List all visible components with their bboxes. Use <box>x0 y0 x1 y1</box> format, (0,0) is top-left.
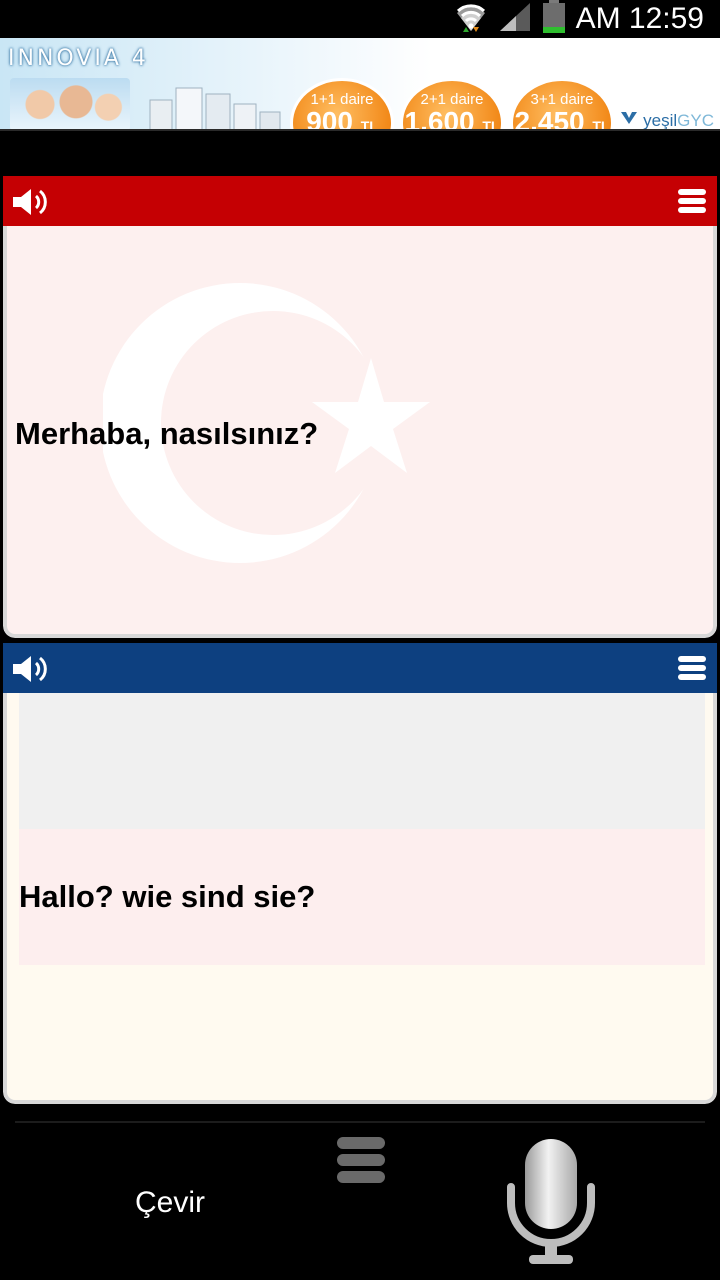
target-text: Hallo? wie sind sie? <box>19 879 316 914</box>
translate-button[interactable]: Çevir <box>105 1175 235 1231</box>
microphone-icon[interactable] <box>505 1137 597 1267</box>
ad-offer-3: 3+1 daire 2.450 TL taksitle <box>510 78 614 129</box>
source-text: Merhaba, nasılsınız? <box>15 416 319 451</box>
menu-icon[interactable] <box>677 653 707 683</box>
target-panel: Hallo? wie sind sie? <box>3 643 717 1104</box>
status-time: AM 12:59 <box>575 2 704 35</box>
status-bar: AM 12:59 <box>0 0 720 38</box>
speaker-icon[interactable] <box>11 186 51 218</box>
speaker-icon[interactable] <box>11 653 51 685</box>
signal-icon <box>498 1 532 38</box>
menu-icon[interactable] <box>677 186 707 216</box>
ad-family-photo <box>10 78 130 129</box>
bottom-bar: Çevir <box>15 1121 705 1280</box>
ad-banner[interactable]: INNOVIA 4 1+1 daire 900 TL taksitle 2+1 … <box>0 38 720 131</box>
ad-towers-image <box>149 87 281 129</box>
source-panel: Merhaba, nasılsınız? <box>3 176 717 638</box>
flag-stripe-bottom <box>19 965 705 1100</box>
target-panel-header <box>3 643 717 693</box>
ad-logo: yeşilGYC <box>620 110 714 129</box>
ad-offer-2: 2+1 daire 1.600 TL taksitle <box>400 78 504 129</box>
target-text-area[interactable]: Hallo? wie sind sie? <box>3 693 717 1104</box>
wifi-icon <box>454 1 488 38</box>
source-text-area[interactable]: Merhaba, nasılsınız? <box>3 226 717 638</box>
source-panel-header <box>3 176 717 226</box>
ad-offer-1: 1+1 daire 900 TL taksitle <box>290 78 394 129</box>
flag-stripe-top <box>19 693 705 829</box>
ad-brand: INNOVIA 4 <box>8 46 149 71</box>
battery-icon <box>542 0 566 39</box>
leaf-icon <box>621 112 638 124</box>
menu-icon[interactable] <box>335 1133 387 1187</box>
